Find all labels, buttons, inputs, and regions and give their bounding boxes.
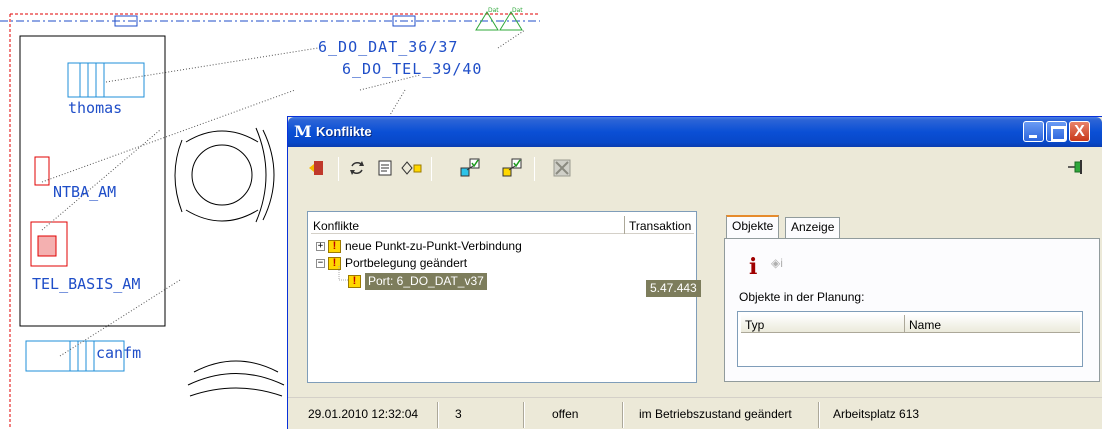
assign-yellow-icon[interactable] bbox=[501, 157, 523, 179]
pin-icon[interactable] bbox=[1066, 157, 1090, 177]
status-state: offen bbox=[552, 407, 579, 421]
status-separator bbox=[818, 402, 820, 428]
cad-device-ntba[interactable]: NTBA_AM bbox=[53, 183, 116, 201]
maximize-button[interactable] bbox=[1046, 121, 1067, 142]
status-separator bbox=[622, 402, 624, 428]
column-konflikte[interactable]: Konflikte bbox=[313, 219, 359, 233]
status-separator bbox=[523, 402, 525, 428]
objects-list-header: Typ Name bbox=[741, 315, 1080, 333]
expand-toggle[interactable]: + bbox=[316, 241, 325, 251]
conflict-item-punkt-verbindung[interactable]: + ! neue Punkt-zu-Punkt-Verbindung bbox=[316, 238, 522, 254]
cad-device-canfm[interactable]: canfm bbox=[96, 344, 141, 362]
diamond-warning-icon[interactable] bbox=[401, 157, 423, 179]
assign-green-icon[interactable] bbox=[459, 157, 481, 179]
conflicts-list-header: Konflikte Transaktion bbox=[311, 216, 694, 234]
svg-text:Dat: Dat bbox=[512, 7, 523, 14]
conflict-child-label: Port: 6_DO_DAT_v37 bbox=[365, 272, 487, 290]
column-name[interactable]: Name bbox=[909, 318, 941, 332]
objects-in-planning-label: Objekte in der Planung: bbox=[739, 290, 865, 304]
minimize-button[interactable] bbox=[1023, 121, 1044, 142]
exit-door-icon[interactable] bbox=[306, 157, 328, 179]
app-logo-icon: M bbox=[294, 122, 312, 141]
disabled-x-icon[interactable] bbox=[551, 157, 573, 179]
toolbar-separator bbox=[338, 157, 339, 181]
document-icon[interactable] bbox=[374, 157, 396, 179]
svg-text:Dat: Dat bbox=[488, 7, 499, 14]
objects-list[interactable]: Typ Name bbox=[737, 311, 1083, 367]
tab-anzeige[interactable]: Anzeige bbox=[785, 217, 841, 238]
column-separator[interactable] bbox=[904, 315, 905, 333]
cad-plan-label-tel: 6_DO_TEL_39/40 bbox=[342, 60, 483, 78]
toolbar-separator bbox=[534, 157, 535, 181]
konflikte-dialog: M Konflikte X Konflikte Transaktion + ! … bbox=[287, 116, 1102, 429]
status-bar: 29.01.2010 12:32:04 3 offen im Betriebsz… bbox=[288, 397, 1102, 429]
info-icon[interactable]: i bbox=[749, 254, 757, 280]
conflict-item-label: neue Punkt-zu-Punkt-Verbindung bbox=[345, 239, 522, 253]
status-separator bbox=[437, 402, 439, 428]
info-disabled-icon[interactable]: ◈i bbox=[771, 256, 783, 270]
column-separator[interactable] bbox=[624, 216, 625, 234]
conflict-child-port[interactable]: ! Port: 6_DO_DAT_v37 bbox=[348, 272, 487, 290]
close-button[interactable]: X bbox=[1069, 121, 1090, 142]
dialog-title: Konflikte bbox=[316, 124, 372, 139]
column-typ[interactable]: Typ bbox=[745, 318, 764, 332]
status-count: 3 bbox=[455, 407, 462, 421]
cad-device-telbasis[interactable]: TEL_BASIS_AM bbox=[32, 275, 140, 293]
conflict-transaction-value[interactable]: 5.47.443 bbox=[646, 280, 701, 297]
cad-plan-label-dat: 6_DO_DAT_36/37 bbox=[318, 38, 459, 56]
toolbar bbox=[288, 147, 1102, 187]
status-datetime: 29.01.2010 12:32:04 bbox=[308, 407, 419, 421]
toolbar-separator bbox=[431, 157, 432, 181]
objekte-tab-page: i ◈i Objekte in der Planung: Typ Name bbox=[724, 238, 1100, 382]
tab-objekte[interactable]: Objekte bbox=[726, 215, 780, 239]
status-workplace: Arbeitsplatz 613 bbox=[833, 407, 920, 421]
conflict-item-label: Portbelegung geändert bbox=[345, 256, 468, 270]
column-transaktion[interactable]: Transaktion bbox=[629, 219, 691, 233]
tree-connector bbox=[338, 266, 348, 281]
refresh-icon[interactable] bbox=[346, 157, 368, 179]
status-mode: im Betriebszustand geändert bbox=[639, 407, 792, 421]
warning-icon: ! bbox=[328, 239, 341, 253]
dialog-titlebar[interactable]: M Konflikte X bbox=[288, 117, 1102, 147]
cad-device-thomas[interactable]: thomas bbox=[68, 99, 122, 117]
conflicts-list[interactable]: Konflikte Transaktion + ! neue Punkt-zu-… bbox=[307, 211, 697, 383]
